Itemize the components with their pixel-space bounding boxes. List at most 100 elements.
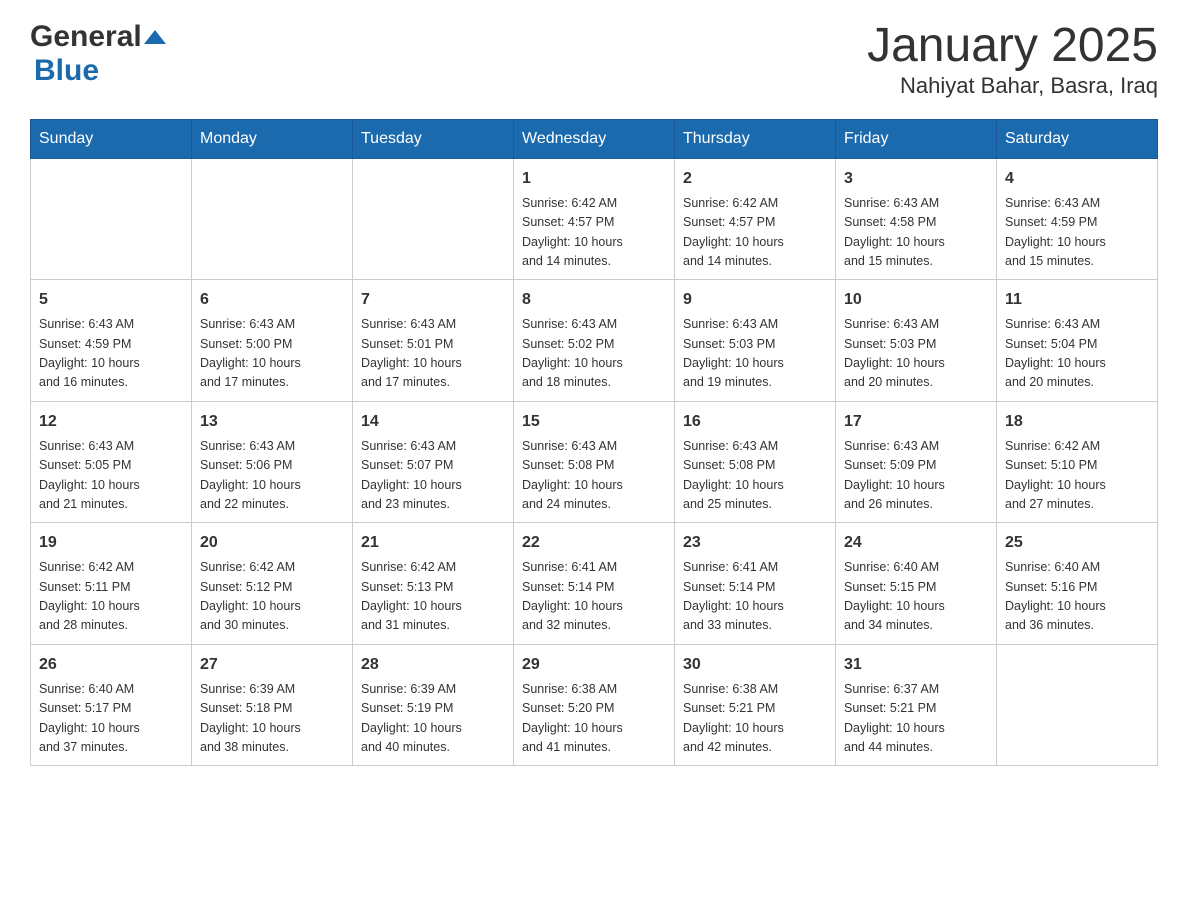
calendar-cell: 21Sunrise: 6:42 AMSunset: 5:13 PMDayligh… (353, 523, 514, 645)
day-number: 24 (844, 531, 988, 555)
weekday-header-tuesday: Tuesday (353, 119, 514, 158)
day-info: Sunrise: 6:43 AMSunset: 5:06 PMDaylight:… (200, 437, 344, 515)
calendar-cell: 31 Sunrise: 6:37 AMSunset: 5:21 PMDayligh… (836, 644, 997, 766)
day-info: Sunrise: 6:43 AMSunset: 4:58 PMDaylight:… (844, 194, 988, 272)
calendar-cell (31, 158, 192, 280)
day-number: 16 (683, 410, 827, 434)
calendar-table: SundayMondayTuesdayWednesdayThursdayFrid… (30, 119, 1158, 767)
calendar-cell: 2 Sunrise: 6:42 AMSunset: 4:57 PMDaylight… (675, 158, 836, 280)
calendar-cell: 28Sunrise: 6:39 AMSunset: 5:19 PMDayligh… (353, 644, 514, 766)
calendar-cell: 10Sunrise: 6:43 AMSunset: 5:03 PMDayligh… (836, 280, 997, 402)
calendar-cell: 29 Sunrise: 6:38 AMSunset: 5:20 PMDayligh… (514, 644, 675, 766)
day-info: Sunrise: 6:40 AMSunset: 5:15 PMDaylight:… (844, 558, 988, 636)
calendar-cell: 27Sunrise: 6:39 AMSunset: 5:18 PMDayligh… (192, 644, 353, 766)
day-number: 23 (683, 531, 827, 555)
day-info: Sunrise: 6:42 AMSunset: 5:11 PMDaylight:… (39, 558, 183, 636)
logo-general: General (30, 20, 142, 54)
day-number: 18 (1005, 410, 1149, 434)
location-title: Nahiyat Bahar, Basra, Iraq (867, 73, 1158, 99)
day-info: Sunrise: 6:43 AMSunset: 5:01 PMDaylight:… (361, 315, 505, 393)
calendar-cell: 14 Sunrise: 6:43 AMSunset: 5:07 PMDayligh… (353, 401, 514, 523)
day-info: Sunrise: 6:40 AMSunset: 5:17 PMDaylight:… (39, 680, 183, 758)
calendar-cell: 5Sunrise: 6:43 AMSunset: 4:59 PMDaylight… (31, 280, 192, 402)
day-number: 29 (522, 653, 666, 677)
calendar-cell: 8Sunrise: 6:43 AMSunset: 5:02 PMDaylight… (514, 280, 675, 402)
calendar-cell: 22Sunrise: 6:41 AMSunset: 5:14 PMDayligh… (514, 523, 675, 645)
month-title: January 2025 (867, 20, 1158, 73)
weekday-header-sunday: Sunday (31, 119, 192, 158)
calendar-cell: 16 Sunrise: 6:43 AMSunset: 5:08 PMDayligh… (675, 401, 836, 523)
calendar-week-row: 12 Sunrise: 6:43 AMSunset: 5:05 PMDayligh… (31, 401, 1158, 523)
day-number: 30 (683, 653, 827, 677)
day-number: 31 (844, 653, 988, 677)
weekday-header-friday: Friday (836, 119, 997, 158)
calendar-week-row: 26 Sunrise: 6:40 AMSunset: 5:17 PMDayligh… (31, 644, 1158, 766)
day-number: 20 (200, 531, 344, 555)
day-info: Sunrise: 6:38 AMSunset: 5:20 PMDaylight:… (522, 680, 666, 758)
day-number: 28 (361, 653, 505, 677)
calendar-cell: 15Sunrise: 6:43 AMSunset: 5:08 PMDayligh… (514, 401, 675, 523)
day-number: 14 (361, 410, 505, 434)
calendar-cell: 19 Sunrise: 6:42 AMSunset: 5:11 PMDayligh… (31, 523, 192, 645)
day-number: 9 (683, 288, 827, 312)
day-number: 6 (200, 288, 344, 312)
day-number: 26 (39, 653, 183, 677)
calendar-cell: 9Sunrise: 6:43 AMSunset: 5:03 PMDaylight… (675, 280, 836, 402)
day-info: Sunrise: 6:42 AMSunset: 4:57 PMDaylight:… (522, 194, 666, 272)
day-info: Sunrise: 6:39 AMSunset: 5:18 PMDaylight:… (200, 680, 344, 758)
day-info: Sunrise: 6:42 AMSunset: 5:12 PMDaylight:… (200, 558, 344, 636)
title-section: January 2025 Nahiyat Bahar, Basra, Iraq (867, 20, 1158, 99)
calendar-cell: 25Sunrise: 6:40 AMSunset: 5:16 PMDayligh… (997, 523, 1158, 645)
calendar-cell: 24 Sunrise: 6:40 AMSunset: 5:15 PMDayligh… (836, 523, 997, 645)
calendar-cell: 17 Sunrise: 6:43 AMSunset: 5:09 PMDayligh… (836, 401, 997, 523)
calendar-cell: 6Sunrise: 6:43 AMSunset: 5:00 PMDaylight… (192, 280, 353, 402)
day-info: Sunrise: 6:37 AMSunset: 5:21 PMDaylight:… (844, 680, 988, 758)
day-number: 15 (522, 410, 666, 434)
day-number: 17 (844, 410, 988, 434)
calendar-cell: 11Sunrise: 6:43 AMSunset: 5:04 PMDayligh… (997, 280, 1158, 402)
day-info: Sunrise: 6:43 AMSunset: 5:02 PMDaylight:… (522, 315, 666, 393)
day-number: 1 (522, 167, 666, 191)
day-info: Sunrise: 6:43 AMSunset: 5:08 PMDaylight:… (683, 437, 827, 515)
page-header: General Blue January 2025 Nahiyat Bahar,… (30, 20, 1158, 99)
logo-triangle-icon (144, 26, 166, 48)
day-number: 12 (39, 410, 183, 434)
day-info: Sunrise: 6:43 AMSunset: 5:03 PMDaylight:… (844, 315, 988, 393)
day-info: Sunrise: 6:43 AMSunset: 4:59 PMDaylight:… (39, 315, 183, 393)
calendar-cell (353, 158, 514, 280)
day-number: 4 (1005, 167, 1149, 191)
calendar-cell: 30 Sunrise: 6:38 AMSunset: 5:21 PMDayligh… (675, 644, 836, 766)
calendar-week-row: 5Sunrise: 6:43 AMSunset: 4:59 PMDaylight… (31, 280, 1158, 402)
calendar-cell: 13Sunrise: 6:43 AMSunset: 5:06 PMDayligh… (192, 401, 353, 523)
day-info: Sunrise: 6:42 AMSunset: 5:13 PMDaylight:… (361, 558, 505, 636)
day-info: Sunrise: 6:43 AMSunset: 5:04 PMDaylight:… (1005, 315, 1149, 393)
weekday-header-thursday: Thursday (675, 119, 836, 158)
day-info: Sunrise: 6:38 AMSunset: 5:21 PMDaylight:… (683, 680, 827, 758)
day-number: 3 (844, 167, 988, 191)
calendar-week-row: 1 Sunrise: 6:42 AMSunset: 4:57 PMDaylight… (31, 158, 1158, 280)
calendar-cell: 23 Sunrise: 6:41 AMSunset: 5:14 PMDayligh… (675, 523, 836, 645)
day-info: Sunrise: 6:41 AMSunset: 5:14 PMDaylight:… (683, 558, 827, 636)
day-info: Sunrise: 6:42 AMSunset: 5:10 PMDaylight:… (1005, 437, 1149, 515)
day-info: Sunrise: 6:43 AMSunset: 5:05 PMDaylight:… (39, 437, 183, 515)
calendar-cell: 18 Sunrise: 6:42 AMSunset: 5:10 PMDayligh… (997, 401, 1158, 523)
weekday-header-row: SundayMondayTuesdayWednesdayThursdayFrid… (31, 119, 1158, 158)
calendar-cell: 20 Sunrise: 6:42 AMSunset: 5:12 PMDayligh… (192, 523, 353, 645)
day-info: Sunrise: 6:43 AMSunset: 4:59 PMDaylight:… (1005, 194, 1149, 272)
weekday-header-saturday: Saturday (997, 119, 1158, 158)
day-info: Sunrise: 6:42 AMSunset: 4:57 PMDaylight:… (683, 194, 827, 272)
day-number: 2 (683, 167, 827, 191)
day-info: Sunrise: 6:43 AMSunset: 5:09 PMDaylight:… (844, 437, 988, 515)
calendar-week-row: 19 Sunrise: 6:42 AMSunset: 5:11 PMDayligh… (31, 523, 1158, 645)
calendar-cell: 26 Sunrise: 6:40 AMSunset: 5:17 PMDayligh… (31, 644, 192, 766)
calendar-cell: 4 Sunrise: 6:43 AMSunset: 4:59 PMDaylight… (997, 158, 1158, 280)
logo: General Blue (30, 20, 168, 88)
day-number: 19 (39, 531, 183, 555)
weekday-header-monday: Monday (192, 119, 353, 158)
day-number: 25 (1005, 531, 1149, 555)
calendar-cell: 7 Sunrise: 6:43 AMSunset: 5:01 PMDaylight… (353, 280, 514, 402)
calendar-cell: 3 Sunrise: 6:43 AMSunset: 4:58 PMDaylight… (836, 158, 997, 280)
day-info: Sunrise: 6:43 AMSunset: 5:07 PMDaylight:… (361, 437, 505, 515)
day-number: 22 (522, 531, 666, 555)
day-number: 7 (361, 288, 505, 312)
